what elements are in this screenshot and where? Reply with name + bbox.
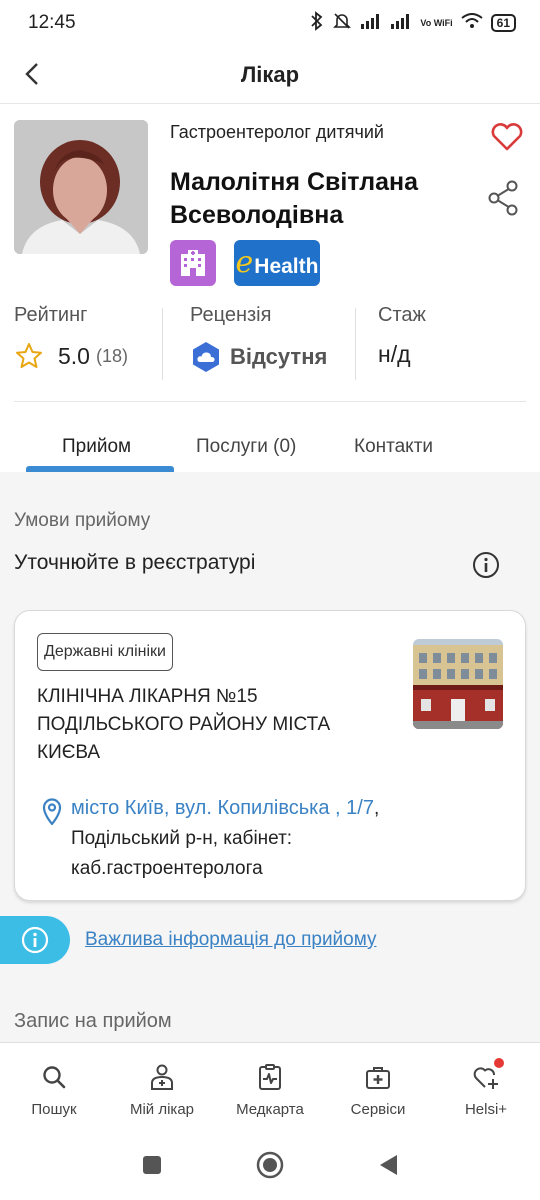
booking-label: Запис на прийом	[14, 1010, 172, 1032]
active-tab-indicator	[26, 466, 174, 472]
doctor-icon	[146, 1061, 178, 1093]
home-button[interactable]	[255, 1150, 285, 1180]
status-time: 12:45	[28, 12, 76, 33]
experience-stat: Стаж н/д	[378, 304, 426, 382]
doctor-name: Малолітня Світлана Всеволодівна	[170, 168, 419, 229]
conditions-info-button[interactable]	[472, 551, 500, 579]
divider	[355, 308, 356, 380]
heart-icon	[491, 123, 523, 151]
top-bar: Лікар	[0, 46, 540, 104]
tab-bar: Прийом Послуги (0) Контакти	[0, 416, 540, 472]
clinic-photo	[413, 639, 503, 729]
clinic-card[interactable]: Державні клініки КЛІНІЧНА ЛІКАРНЯ №15 ПО…	[14, 610, 526, 901]
review-value: Відсутня	[230, 344, 328, 369]
tab-contacts[interactable]: Контакти	[354, 436, 433, 458]
bottom-navigation: Пошук Мій лікар Медкарта Сервіси Helsi+	[0, 1042, 540, 1130]
review-cloud-icon	[193, 342, 219, 372]
nav-label: Медкарта	[236, 1101, 304, 1118]
clinic-name: КЛІНІЧНА ЛІКАРНЯ №15 ПОДІЛЬСЬКОГО РАЙОНУ…	[37, 686, 331, 763]
doctor-specialty: Гастроентеролог дитячий	[170, 122, 384, 142]
chevron-left-icon	[25, 63, 38, 85]
nav-my-doctor[interactable]: Мій лікар	[108, 1061, 216, 1118]
clinic-badge[interactable]	[170, 240, 216, 286]
rating-value-row: 5.0 (18)	[14, 341, 128, 371]
address-text: місто Київ, вул. Копилівська , 1/7, Поді…	[71, 793, 391, 884]
status-icons: Vo WiFi 61	[310, 10, 516, 36]
signal-icon	[390, 13, 412, 34]
medcard-icon	[254, 1061, 286, 1093]
conditions-text: Уточнюйте в реєстратурі	[14, 551, 256, 574]
favorite-button[interactable]	[490, 120, 524, 154]
search-icon	[38, 1061, 70, 1093]
nav-medcard[interactable]: Медкарта	[216, 1061, 324, 1118]
muted-bell-icon	[332, 11, 352, 36]
share-button[interactable]	[486, 178, 520, 218]
share-icon	[488, 180, 518, 216]
recent-apps-button[interactable]	[137, 1150, 167, 1180]
triangle-back-icon	[380, 1155, 397, 1175]
info-icon	[21, 926, 49, 954]
rating-count: (18)	[95, 345, 128, 366]
doctor-avatar	[14, 120, 148, 254]
bluetooth-icon	[310, 10, 324, 36]
hospital-icon	[181, 250, 205, 276]
ehealth-logo-e: e	[235, 245, 254, 280]
status-bar: 12:45 Vo WiFi 61	[0, 0, 540, 46]
doctor-stats: Рейтинг 5.0 (18) Рецензія Відсутня Стаж …	[14, 304, 526, 402]
heart-plus-icon	[470, 1058, 504, 1093]
services-icon	[362, 1061, 394, 1093]
square-icon	[143, 1156, 161, 1174]
page-title: Лікар	[240, 61, 300, 87]
system-navigation	[0, 1130, 540, 1200]
signal-icon	[360, 13, 382, 34]
experience-value-row: н/д	[378, 341, 426, 368]
ehealth-badge[interactable]: e Health	[234, 240, 320, 286]
back-button[interactable]	[16, 58, 48, 90]
address-map-link[interactable]: місто Київ, вул. Копилівська , 1/7	[71, 797, 374, 819]
ehealth-logo-text: Health	[254, 255, 319, 278]
circle-icon	[256, 1151, 284, 1179]
nav-label: Helsi+	[464, 1101, 508, 1118]
wifi-icon	[461, 12, 483, 34]
battery-icon: 61	[490, 14, 516, 32]
nav-search[interactable]: Пошук	[0, 1061, 108, 1118]
rating-stat: Рейтинг 5.0 (18)	[14, 304, 128, 382]
conditions-label: Умови прийому	[14, 510, 151, 531]
nav-label: Пошук	[31, 1101, 77, 1118]
review-value-row: Відсутня	[190, 341, 327, 373]
rating-label: Рейтинг	[14, 304, 88, 326]
nav-services[interactable]: Сервіси	[324, 1061, 432, 1118]
vowifi-label: Vo WiFi	[420, 17, 453, 28]
review-stat[interactable]: Рецензія Відсутня	[190, 304, 327, 382]
important-info-pill[interactable]	[0, 916, 70, 964]
notification-dot	[494, 1058, 504, 1068]
location-pin-icon	[41, 793, 71, 884]
back-system-button[interactable]	[373, 1150, 403, 1180]
nav-label: Мій лікар	[129, 1101, 195, 1118]
experience-value: н/д	[378, 341, 411, 367]
tab-services[interactable]: Послуги (0)	[196, 436, 296, 458]
divider	[162, 308, 163, 380]
star-icon	[16, 343, 42, 368]
doctor-profile: Гастроентеролог дитячий Малолітня Світла…	[0, 104, 540, 472]
info-icon	[473, 552, 499, 578]
tab-appointment[interactable]: Прийом	[62, 436, 131, 458]
experience-label: Стаж	[378, 304, 426, 326]
important-info-link[interactable]: Важлива інформація до прийому	[85, 929, 377, 951]
review-label: Рецензія	[190, 304, 272, 326]
clinic-type-tag: Державні клініки	[37, 633, 173, 671]
nav-label: Сервіси	[350, 1101, 406, 1118]
rating-value: 5.0	[58, 342, 90, 369]
nav-helsi-plus[interactable]: Helsi+	[432, 1058, 540, 1118]
clinic-address: місто Київ, вул. Копилівська , 1/7, Поді…	[41, 793, 391, 884]
